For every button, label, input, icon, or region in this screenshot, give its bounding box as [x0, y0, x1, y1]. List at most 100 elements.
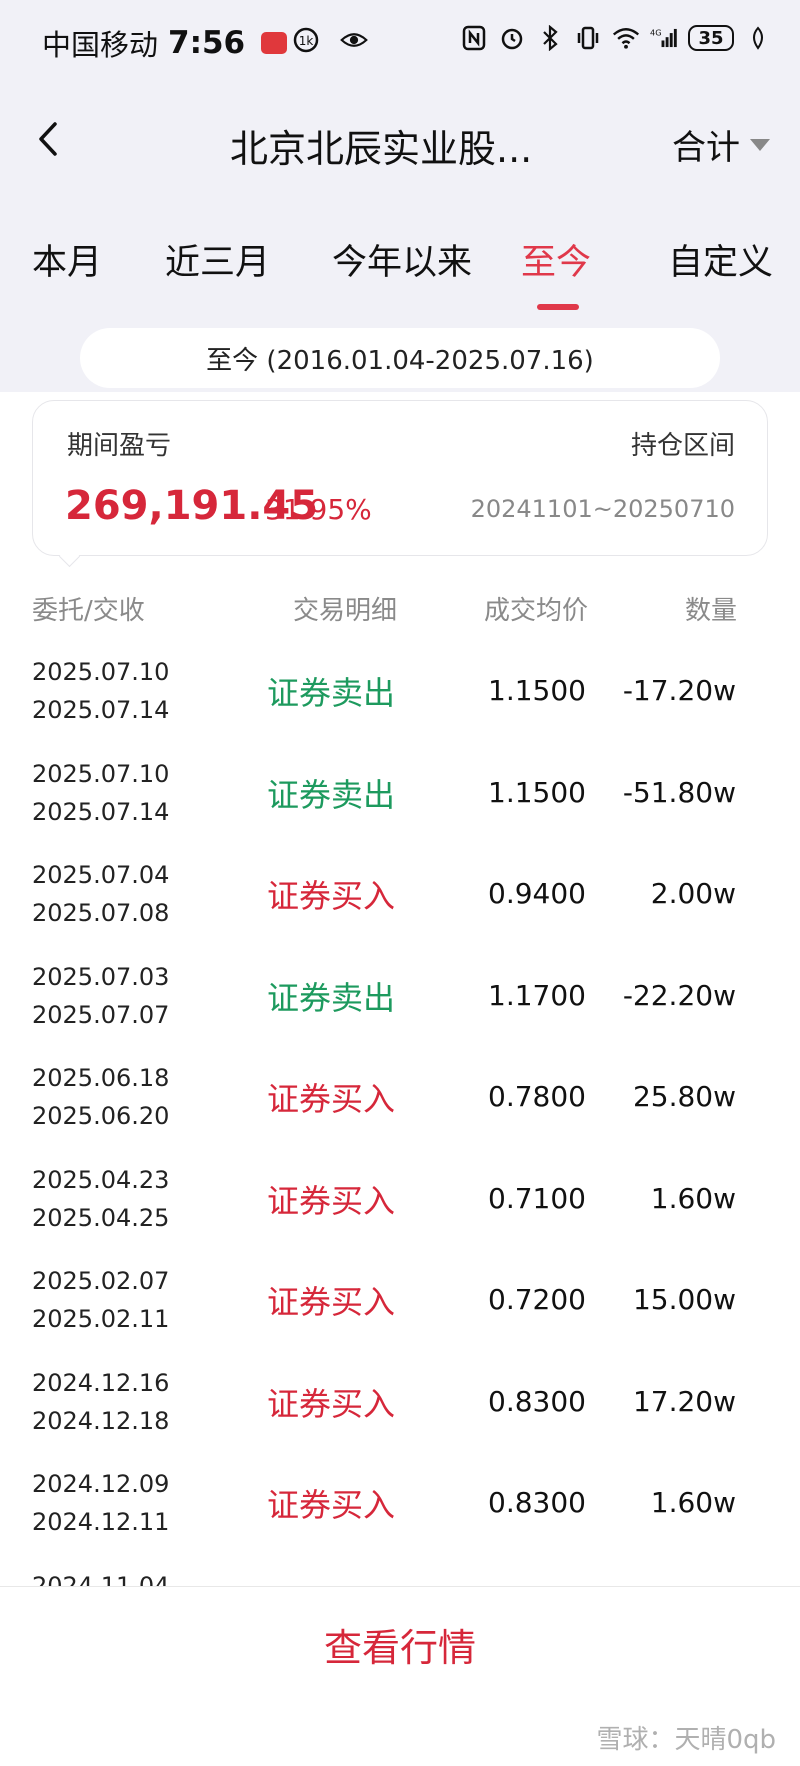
date-range-label: 至今 (2016.01.04-2025.07.16): [80, 328, 720, 388]
order-date: 2025.07.03: [32, 962, 170, 991]
table-row[interactable]: 2025.02.07 2025.02.11 证券买入 0.7200 15.00w: [0, 1257, 800, 1359]
order-date: 2025.04.23: [32, 1165, 170, 1194]
order-date: 2025.06.18: [32, 1064, 170, 1092]
order-date: 2025.07.10: [32, 759, 170, 788]
trade-type: 证券买入: [267, 1181, 396, 1220]
avg-price: 0.9400: [488, 877, 586, 910]
quantity: -17.20w: [622, 674, 736, 707]
header-detail: 交易明细: [293, 596, 398, 626]
trade-type: 证券买入: [267, 1384, 396, 1423]
header-avg-price: 成交均价: [484, 596, 589, 626]
nav-bar: 北京北辰实业股... 合计: [0, 100, 800, 180]
header-order-settle: 委托/交收: [32, 596, 145, 626]
settle-date: 2025.07.08: [32, 899, 170, 927]
wifi-icon: [612, 24, 640, 52]
quantity: 1.60w: [650, 1486, 736, 1519]
trade-type: 证券买入: [267, 877, 396, 915]
chevron-left-icon: [39, 122, 57, 156]
leaf-icon: [744, 24, 772, 52]
order-date: 2024.12.16: [32, 1368, 170, 1397]
page-title: 北京北辰实业股...: [230, 127, 533, 171]
table-row[interactable]: 2024.11.04: [0, 1562, 800, 1587]
quantity: 2.00w: [650, 877, 736, 910]
vibrate-icon: [574, 24, 602, 52]
avg-price: 1.1500: [488, 674, 586, 707]
avg-price: 0.7100: [488, 1181, 586, 1215]
tab-custom[interactable]: 自定义: [668, 234, 773, 285]
avg-price: 0.7200: [488, 1283, 586, 1316]
settle-date: 2025.04.25: [32, 1203, 170, 1232]
quantity: 17.20w: [632, 1384, 736, 1418]
table-row[interactable]: 2025.06.18 2025.06.20 证券买入 0.7800 25.80w: [0, 1054, 800, 1156]
table-row[interactable]: 2025.07.10 2025.07.14 证券卖出 1.1500 -17.20…: [0, 648, 800, 750]
settle-date: 2025.07.14: [32, 696, 170, 724]
trade-type: 证券买入: [267, 1283, 396, 1321]
active-tab-indicator: [537, 304, 579, 310]
settle-date: 2025.02.11: [32, 1305, 170, 1333]
eye-icon: [340, 26, 368, 54]
trade-type: 证券买入: [267, 1486, 396, 1524]
quantity: 15.00w: [632, 1283, 736, 1316]
table-row[interactable]: 2025.07.03 2025.07.07 证券卖出 1.1700 -22.20…: [0, 953, 800, 1055]
avg-price: 0.8300: [488, 1486, 586, 1519]
battery-icon: 35: [688, 25, 734, 51]
filter-label: 合计: [672, 128, 740, 168]
avg-price: 1.1500: [488, 775, 586, 809]
view-market-button[interactable]: 查看行情: [0, 1617, 800, 1672]
order-date: 2025.07.04: [32, 861, 170, 889]
data-saver-icon: 1k: [292, 26, 320, 54]
trade-type: 证券买入: [267, 1080, 396, 1118]
order-date: 2024.12.09: [32, 1470, 170, 1498]
trade-list: 2025.07.10 2025.07.14 证券卖出 1.1500 -17.20…: [0, 648, 800, 1586]
tab-year-to-date[interactable]: 今年以来: [332, 234, 472, 285]
settle-date: 2024.12.11: [32, 1508, 170, 1536]
trade-type: 证券卖出: [267, 674, 396, 712]
quantity: -22.20w: [622, 978, 736, 1012]
back-button[interactable]: [28, 116, 68, 162]
table-row[interactable]: 2024.12.09 2024.12.11 证券买入 0.8300 1.60w: [0, 1460, 800, 1562]
clock: 7:56: [168, 25, 246, 61]
quantity: 25.80w: [632, 1080, 736, 1113]
alarm-icon: [498, 24, 526, 52]
avg-price: 1.1700: [488, 978, 586, 1012]
carrier-label: 中国移动: [42, 28, 159, 62]
cellular-signal-icon: 4G: [650, 24, 678, 52]
table-row[interactable]: 2024.12.16 2024.12.18 证券买入 0.8300 17.20w: [0, 1359, 800, 1461]
settle-date: 2024.12.18: [32, 1406, 170, 1435]
trade-type: 证券卖出: [267, 978, 396, 1017]
table-row[interactable]: 2025.07.10 2025.07.14 证券卖出 1.1500 -51.80…: [0, 750, 800, 852]
account-filter-dropdown[interactable]: 合计: [672, 120, 770, 169]
order-date: 2025.02.07: [32, 1267, 170, 1295]
watermark: 雪球：天晴0qb: [596, 1725, 776, 1755]
app-notification-icon: [261, 32, 288, 54]
header-quantity: 数量: [685, 596, 738, 626]
avg-price: 0.8300: [488, 1384, 586, 1418]
avg-price: 0.7800: [488, 1080, 586, 1113]
tab-three-months[interactable]: 近三月: [165, 234, 270, 285]
pl-summary-card: 期间盈亏 269,191.45 31.95% 持仓区间 20241101~202…: [32, 400, 768, 556]
order-date: 2025.07.10: [32, 658, 170, 686]
holding-period-range: 20241101~20250710: [470, 495, 735, 523]
nfc-icon: [460, 24, 488, 52]
tab-all-time[interactable]: 至今: [521, 234, 591, 285]
tab-this-month[interactable]: 本月: [32, 234, 102, 285]
settle-date: 2025.07.14: [32, 797, 170, 826]
trade-type: 证券卖出: [267, 775, 396, 814]
period-tabs: 本月 近三月 今年以来 至今 自定义: [0, 234, 800, 314]
bottom-bar: 查看行情 雪球：天晴0qb: [0, 1586, 800, 1766]
holding-period-label: 持仓区间: [630, 431, 735, 461]
caret-down-icon: [750, 138, 770, 151]
pl-percent: 31.95%: [265, 493, 372, 526]
table-row[interactable]: 2025.07.04 2025.07.08 证券买入 0.9400 2.00w: [0, 851, 800, 953]
svg-text:1k: 1k: [299, 34, 314, 48]
table-row[interactable]: 2025.04.23 2025.04.25 证券买入 0.7100 1.60w: [0, 1156, 800, 1258]
settle-date: 2025.06.20: [32, 1102, 170, 1130]
table-header: 委托/交收 交易明细 成交均价 数量: [0, 590, 800, 630]
quantity: -51.80w: [622, 775, 736, 809]
bluetooth-icon: [536, 24, 564, 52]
settle-date: 2025.07.07: [32, 1000, 170, 1029]
pl-label: 期间盈亏: [67, 431, 172, 461]
quantity: 1.60w: [650, 1181, 736, 1215]
status-bar: 中国移动 7:56 1k 4G 35: [0, 0, 800, 84]
order-date: 2024.11.04: [32, 1571, 170, 1587]
